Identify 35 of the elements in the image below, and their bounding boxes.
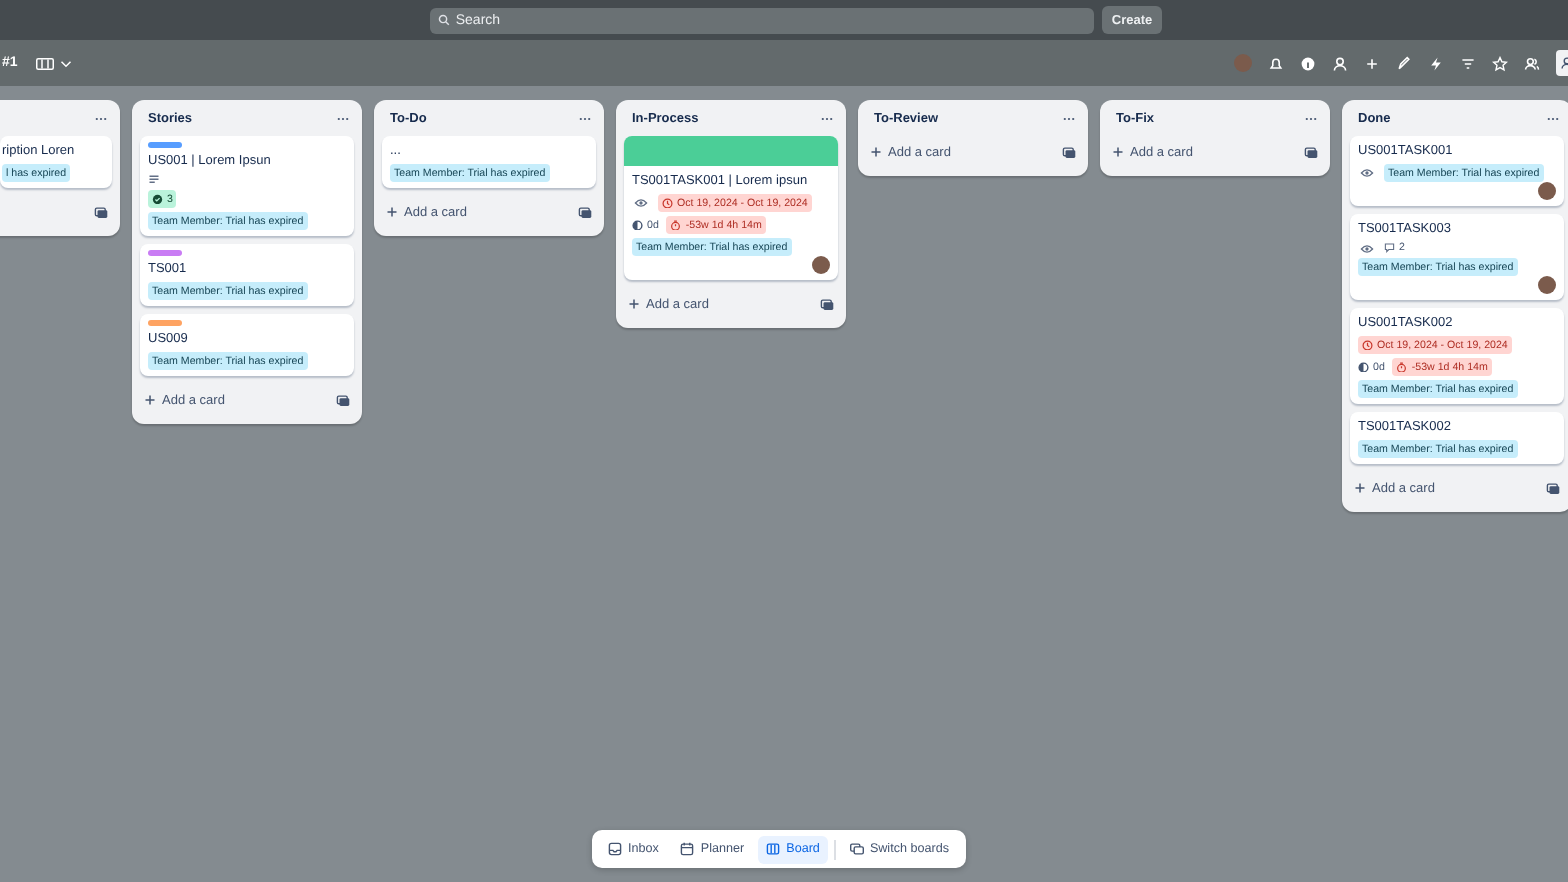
plus-icon bbox=[1354, 482, 1366, 494]
template-icon[interactable] bbox=[1546, 481, 1560, 495]
lightning-icon[interactable] bbox=[1428, 55, 1444, 71]
bell-icon[interactable] bbox=[1268, 55, 1284, 71]
inbox-icon bbox=[608, 842, 622, 856]
chevron-down-icon[interactable] bbox=[59, 59, 72, 67]
template-icon[interactable] bbox=[1062, 145, 1076, 159]
eye-icon bbox=[634, 198, 648, 208]
plus-icon bbox=[386, 206, 398, 218]
template-icon[interactable] bbox=[336, 393, 350, 407]
member-avatar[interactable] bbox=[1538, 276, 1556, 294]
calendar-icon bbox=[680, 842, 695, 856]
template-icon[interactable] bbox=[578, 205, 592, 219]
description-icon bbox=[148, 174, 160, 186]
member-avatar[interactable] bbox=[1538, 182, 1556, 200]
plus-icon bbox=[144, 394, 156, 406]
star-icon[interactable] bbox=[1492, 55, 1508, 71]
plus-icon bbox=[1112, 146, 1124, 158]
people-icon[interactable] bbox=[1524, 55, 1540, 71]
info-icon[interactable] bbox=[1300, 55, 1316, 71]
member-avatar[interactable] bbox=[812, 256, 830, 274]
template-icon[interactable] bbox=[820, 297, 834, 311]
plus-icon bbox=[870, 146, 882, 158]
eye-icon bbox=[1360, 168, 1374, 178]
person-icon[interactable] bbox=[1332, 55, 1348, 71]
switch-boards-icon bbox=[849, 842, 864, 856]
board-icon bbox=[766, 842, 781, 856]
search-icon bbox=[437, 14, 450, 26]
eye-icon bbox=[1360, 243, 1374, 253]
template-icon[interactable] bbox=[1304, 145, 1318, 159]
board-view-icon[interactable] bbox=[35, 57, 54, 69]
plus-icon bbox=[628, 298, 640, 310]
filter-icon[interactable] bbox=[1460, 55, 1476, 71]
template-icon[interactable] bbox=[94, 205, 108, 219]
plus-icon[interactable] bbox=[1364, 55, 1380, 71]
